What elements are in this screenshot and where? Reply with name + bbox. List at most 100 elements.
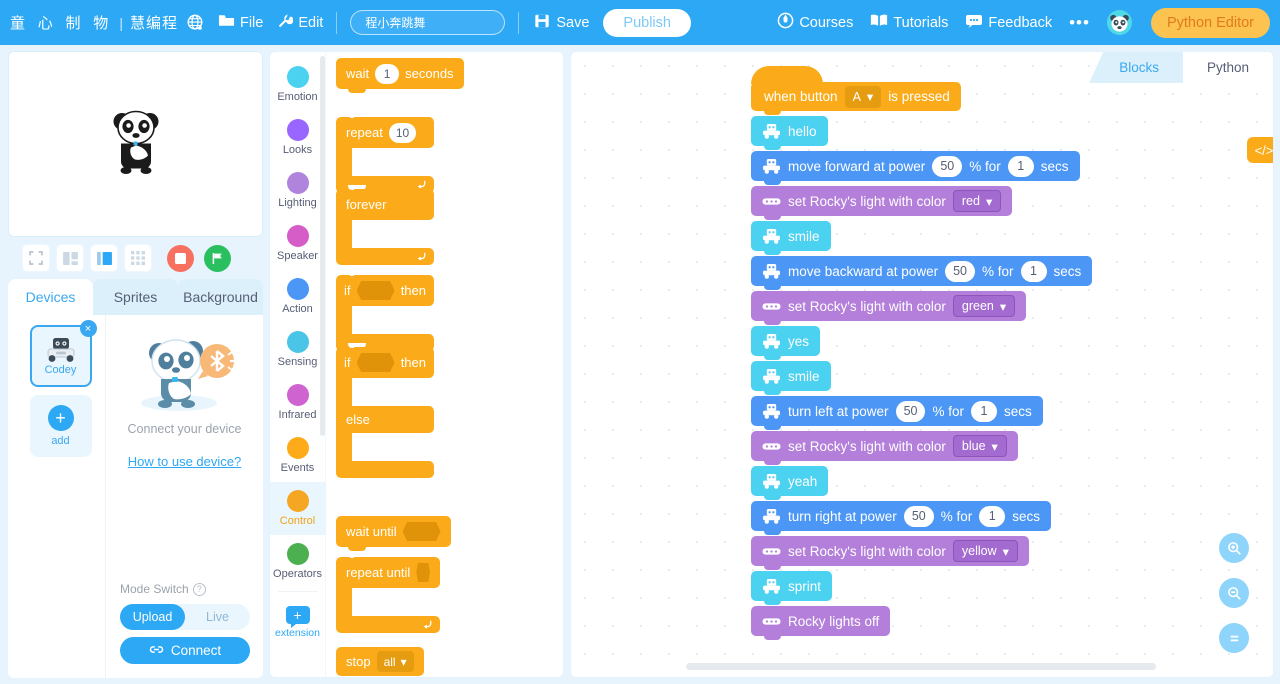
category-infrared[interactable]: Infrared xyxy=(270,376,326,429)
light-color-dropdown[interactable]: blue ▾ xyxy=(952,435,1007,457)
mode-option-upload[interactable]: Upload xyxy=(120,604,185,630)
duration-input[interactable]: 1 xyxy=(979,505,1006,527)
tab-blocks[interactable]: Blocks xyxy=(1089,52,1183,83)
repeat-block[interactable]: repeat 10 xyxy=(336,113,434,193)
save-button[interactable]: Save xyxy=(534,13,589,33)
python-editor-button[interactable]: Python Editor xyxy=(1150,7,1270,38)
question-icon[interactable]: ? xyxy=(192,582,206,596)
large-stage-layout-button[interactable] xyxy=(90,244,118,272)
remove-device-icon[interactable]: × xyxy=(79,320,97,337)
how-to-use-device-link[interactable]: How to use device? xyxy=(128,454,241,469)
tab-background[interactable]: Background xyxy=(178,279,263,315)
turn-left-block[interactable]: turn left at power 50 % for 1 secs xyxy=(751,396,1043,430)
mode-option-live[interactable]: Live xyxy=(185,604,250,630)
zoom-in-button[interactable] xyxy=(1219,533,1249,563)
sprint-block[interactable]: sprint xyxy=(751,571,833,605)
rocky-lights-off-block[interactable]: Rocky lights off xyxy=(751,606,891,640)
category-scrollbar[interactable] xyxy=(320,56,325,436)
feedback-menu[interactable]: Feedback xyxy=(965,13,1052,32)
large-stage-icon xyxy=(96,251,112,265)
stop-block[interactable]: stop all ▾ xyxy=(336,647,424,676)
yes-block[interactable]: yes xyxy=(751,326,821,360)
wait-until-block[interactable]: wait until xyxy=(336,516,451,551)
duration-input[interactable]: 1 xyxy=(1007,155,1034,177)
tutorials-menu[interactable]: Tutorials xyxy=(870,13,948,32)
wait-block[interactable]: wait 1 seconds xyxy=(336,58,464,93)
add-extension-button[interactable]: + extension xyxy=(270,595,326,649)
connect-button[interactable]: Connect xyxy=(120,637,250,664)
edit-menu[interactable]: Edit xyxy=(277,13,323,33)
globe-icon[interactable] xyxy=(186,14,204,32)
stop-target-dropdown[interactable]: all ▾ xyxy=(376,651,414,672)
canvas-horizontal-scrollbar[interactable] xyxy=(686,663,1156,670)
project-name-input[interactable]: 程小奔跳舞 xyxy=(350,10,506,35)
smile-block-2[interactable]: smile xyxy=(751,361,831,395)
set-light-color-blue-block[interactable]: set Rocky's light with color blue ▾ xyxy=(751,431,1018,465)
tab-sprites[interactable]: Sprites xyxy=(93,279,178,315)
add-device-button[interactable]: + add xyxy=(29,395,92,457)
if-condition-slot[interactable] xyxy=(356,353,395,372)
button-dropdown[interactable]: A ▾ xyxy=(844,85,882,108)
repeat-until-block[interactable]: repeat until xyxy=(336,553,440,633)
zoom-reset-button[interactable] xyxy=(1219,623,1249,653)
yeah-block[interactable]: yeah xyxy=(751,466,829,500)
fullscreen-layout-button[interactable] xyxy=(22,244,50,272)
mode-switch-toggle[interactable]: Upload Live xyxy=(120,604,250,630)
power-input[interactable]: 50 xyxy=(895,400,926,422)
avatar[interactable] xyxy=(1106,10,1132,35)
zoom-out-button[interactable] xyxy=(1219,578,1249,608)
if-condition-slot[interactable] xyxy=(356,281,395,300)
power-input[interactable]: 50 xyxy=(903,505,934,527)
wait-seconds-input[interactable]: 1 xyxy=(375,63,400,84)
category-speaker[interactable]: Speaker xyxy=(270,217,326,270)
if-then-block[interactable]: if then xyxy=(336,271,434,351)
category-looks[interactable]: Looks xyxy=(270,111,326,164)
repeat-count-input[interactable]: 10 xyxy=(388,122,417,143)
more-menu-button[interactable]: ••• xyxy=(1069,14,1090,31)
wait-until-label: wait until xyxy=(346,524,397,539)
set-light-color-green-block[interactable]: set Rocky's light with color green ▾ xyxy=(751,291,1027,325)
file-menu[interactable]: File xyxy=(218,13,263,32)
category-control[interactable]: Control xyxy=(270,482,326,535)
device-card-codey[interactable]: × Codey xyxy=(29,320,97,387)
green-flag-button[interactable] xyxy=(204,244,231,272)
smile-block[interactable]: smile xyxy=(751,221,831,255)
category-lighting[interactable]: Lighting xyxy=(270,164,326,217)
set-light-color-red-block[interactable]: set Rocky's light with color red ▾ xyxy=(751,186,1013,220)
grid-layout-button[interactable] xyxy=(124,244,152,272)
palette-blocks[interactable]: wait 1 seconds repeat 10 forever if then… xyxy=(326,52,563,677)
wait-until-condition-slot[interactable] xyxy=(402,522,441,541)
courses-menu[interactable]: Courses xyxy=(777,12,853,33)
category-action[interactable]: Action xyxy=(270,270,326,323)
publish-button[interactable]: Publish xyxy=(603,8,691,37)
panda-sprite[interactable] xyxy=(107,108,165,181)
tab-python[interactable]: Python xyxy=(1182,52,1273,83)
tab-devices[interactable]: Devices xyxy=(8,279,93,315)
forever-block[interactable]: forever xyxy=(336,185,434,265)
turn-right-block[interactable]: turn right at power 50 % for 1 secs xyxy=(751,501,1051,535)
power-input[interactable]: 50 xyxy=(932,155,963,177)
light-color-dropdown[interactable]: green ▾ xyxy=(952,295,1016,317)
power-input[interactable]: 50 xyxy=(945,260,975,282)
duration-input[interactable]: 1 xyxy=(970,400,997,422)
repeat-until-condition-slot[interactable] xyxy=(416,563,430,582)
hello-block[interactable]: hello xyxy=(751,116,828,150)
stage-area[interactable] xyxy=(8,51,263,237)
category-events[interactable]: Events xyxy=(270,429,326,482)
duration-input[interactable]: 1 xyxy=(1020,260,1047,282)
move-forward-block[interactable]: move forward at power 50 % for 1 secs xyxy=(751,151,1080,185)
code-view-button[interactable]: </> xyxy=(1247,137,1273,163)
category-operators[interactable]: Operators xyxy=(270,535,326,588)
when-button-pressed-block[interactable]: when button A ▾ is pressed xyxy=(751,66,961,115)
script-stack[interactable]: when button A ▾ is pressed hello move fo… xyxy=(751,66,1093,640)
light-color-dropdown[interactable]: yellow ▾ xyxy=(952,540,1018,562)
set-light-color-yellow-block[interactable]: set Rocky's light with color yellow ▾ xyxy=(751,536,1029,570)
small-stage-layout-button[interactable] xyxy=(56,244,84,272)
category-emotion[interactable]: Emotion xyxy=(270,58,326,111)
stop-button[interactable] xyxy=(167,244,194,272)
category-sensing[interactable]: Sensing xyxy=(270,323,326,376)
script-canvas[interactable]: Blocks Python </> when button A ▾ is pre… xyxy=(570,51,1274,678)
if-then-else-block[interactable]: if then else xyxy=(336,343,434,478)
light-color-dropdown[interactable]: red ▾ xyxy=(952,190,1002,212)
move-backward-block[interactable]: move backward at power 50 % for 1 secs xyxy=(751,256,1093,290)
